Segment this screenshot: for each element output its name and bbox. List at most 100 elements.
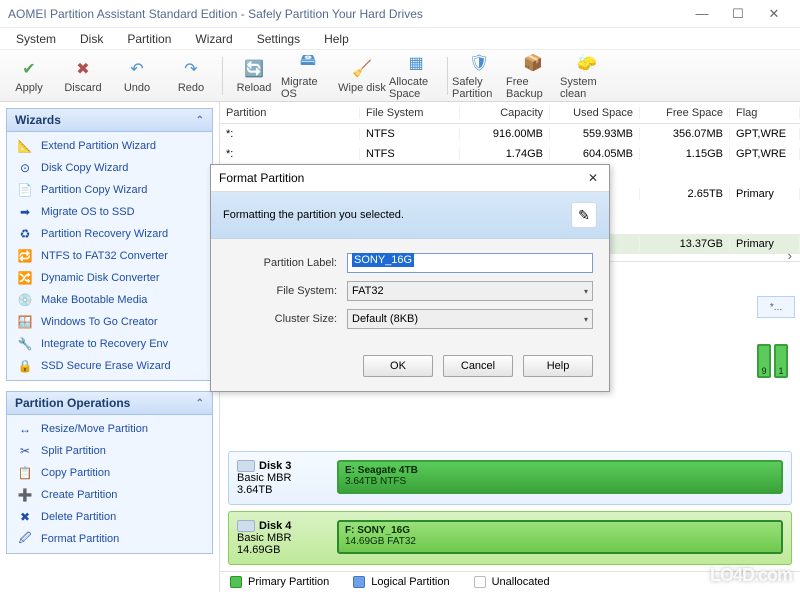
- item-icon: ➡: [17, 204, 33, 220]
- op-resize-move-partition[interactable]: ↔Resize/Move Partition: [7, 418, 212, 440]
- toolbar-migrate-os[interactable]: 🖴Migrate OS: [281, 50, 335, 102]
- item-icon: 📄: [17, 182, 33, 198]
- wizard-partition-recovery-wizard[interactable]: ♻Partition Recovery Wizard: [7, 223, 212, 245]
- menu-disk[interactable]: Disk: [70, 30, 113, 48]
- clustersize-select[interactable]: Default (8KB)▾: [347, 309, 593, 329]
- item-icon: 🔁: [17, 248, 33, 264]
- table-row[interactable]: *:NTFS1.74GB604.05MB1.15GBGPT,WRE: [220, 144, 800, 164]
- toolbar-undo[interactable]: ↶Undo: [110, 56, 164, 96]
- toolbar-reload[interactable]: 🔄Reload: [227, 56, 281, 96]
- item-icon: ↔: [17, 421, 33, 437]
- wizard-integrate-to-recovery-env[interactable]: 🔧Integrate to Recovery Env: [7, 333, 212, 355]
- legend-unallocated: Unallocated: [492, 576, 550, 588]
- titlebar: AOMEI Partition Assistant Standard Editi…: [0, 0, 800, 28]
- dialog-close-button[interactable]: ✕: [585, 171, 601, 185]
- table-row[interactable]: *:NTFS916.00MB559.93MB356.07MBGPT,WRE: [220, 124, 800, 144]
- wizard-ssd-secure-erase-wizard[interactable]: 🔒SSD Secure Erase Wizard: [7, 355, 212, 377]
- apply-icon: ✔: [18, 58, 40, 80]
- cancel-button[interactable]: Cancel: [443, 355, 513, 377]
- scroll-right-icon[interactable]: ›: [788, 248, 792, 263]
- item-icon: 🔧: [17, 336, 33, 352]
- migrate-os-icon: 🖴: [297, 52, 319, 74]
- side-bar[interactable]: 9: [757, 344, 771, 378]
- filesystem-select[interactable]: FAT32▾: [347, 281, 593, 301]
- collapse-icon[interactable]: ⌃: [196, 115, 204, 126]
- item-icon: 📋: [17, 465, 33, 481]
- toolbar-system-clean[interactable]: 🧽System clean: [560, 50, 614, 102]
- partition-bar[interactable]: F: SONY_16G14.69GB FAT32: [337, 520, 783, 554]
- col-flag[interactable]: Flag: [730, 107, 800, 119]
- wizard-make-bootable-media[interactable]: 💿Make Bootable Media: [7, 289, 212, 311]
- col-partition[interactable]: Partition: [220, 107, 360, 119]
- toolbar-discard[interactable]: ✖Discard: [56, 56, 110, 96]
- menu-partition[interactable]: Partition: [117, 30, 181, 48]
- toolbar-redo[interactable]: ↷Redo: [164, 56, 218, 96]
- col-capacity[interactable]: Capacity: [460, 107, 550, 119]
- item-icon: ✖: [17, 509, 33, 525]
- discard-icon: ✖: [72, 58, 94, 80]
- wizard-dynamic-disk-converter[interactable]: 🔀Dynamic Disk Converter: [7, 267, 212, 289]
- toolbar-wipe-disk[interactable]: 🧹Wipe disk: [335, 56, 389, 96]
- ok-button[interactable]: OK: [363, 355, 433, 377]
- menu-settings[interactable]: Settings: [247, 30, 310, 48]
- sidebar: Wizards ⌃ 📐Extend Partition Wizard⊙Disk …: [0, 102, 219, 592]
- toolbar-apply[interactable]: ✔Apply: [2, 56, 56, 96]
- maximize-button[interactable]: ☐: [720, 2, 756, 26]
- op-create-partition[interactable]: ➕Create Partition: [7, 484, 212, 506]
- system-clean-icon: 🧽: [576, 52, 598, 74]
- table-header: Partition File System Capacity Used Spac…: [220, 102, 800, 124]
- op-split-partition[interactable]: ✂Split Partition: [7, 440, 212, 462]
- ops-title: Partition Operations: [15, 396, 130, 410]
- item-icon: ⊙: [17, 160, 33, 176]
- side-bar[interactable]: 1: [774, 344, 788, 378]
- partition-label-input[interactable]: SONY_16G: [347, 253, 593, 273]
- wizard-migrate-os-to-ssd[interactable]: ➡Migrate OS to SSD: [7, 201, 212, 223]
- wizard-disk-copy-wizard[interactable]: ⊙Disk Copy Wizard: [7, 157, 212, 179]
- safely-partition-icon: 🛡: [468, 52, 490, 74]
- allocate-space-icon: ▦: [405, 52, 427, 74]
- swatch-unallocated-icon: [474, 576, 486, 588]
- disk-row-disk-4[interactable]: Disk 4Basic MBR14.69GBF: SONY_16G14.69GB…: [228, 511, 792, 565]
- disk-row-disk-3[interactable]: Disk 3Basic MBR3.64TBE: Seagate 4TB3.64T…: [228, 451, 792, 505]
- wizard-windows-to-go-creator[interactable]: 🪟Windows To Go Creator: [7, 311, 212, 333]
- partition-bar[interactable]: E: Seagate 4TB3.64TB NTFS: [337, 460, 783, 494]
- wizard-partition-copy-wizard[interactable]: 📄Partition Copy Wizard: [7, 179, 212, 201]
- legend-logical: Logical Partition: [371, 576, 449, 588]
- col-usedspace[interactable]: Used Space: [550, 107, 640, 119]
- help-button[interactable]: Help: [523, 355, 593, 377]
- col-freespace[interactable]: Free Space: [640, 107, 730, 119]
- item-icon: 🪟: [17, 314, 33, 330]
- wizard-extend-partition-wizard[interactable]: 📐Extend Partition Wizard: [7, 135, 212, 157]
- op-delete-partition[interactable]: ✖Delete Partition: [7, 506, 212, 528]
- format-icon: ✎: [571, 202, 597, 228]
- minimize-button[interactable]: —: [684, 2, 720, 26]
- chevron-down-icon: ▾: [584, 287, 588, 296]
- dialog-title: Format Partition: [219, 171, 304, 185]
- chevron-down-icon: ▾: [584, 315, 588, 324]
- menu-help[interactable]: Help: [314, 30, 359, 48]
- col-filesystem[interactable]: File System: [360, 107, 460, 119]
- toolbar-safely-partition[interactable]: 🛡Safely Partition: [452, 50, 506, 102]
- item-icon: 🔀: [17, 270, 33, 286]
- op-copy-partition[interactable]: 📋Copy Partition: [7, 462, 212, 484]
- free-backup-icon: 📦: [522, 52, 544, 74]
- item-icon: 💿: [17, 292, 33, 308]
- wizard-ntfs-to-fat32-converter[interactable]: 🔁NTFS to FAT32 Converter: [7, 245, 212, 267]
- item-icon: ➕: [17, 487, 33, 503]
- undo-icon: ↶: [126, 58, 148, 80]
- item-icon: 🔒: [17, 358, 33, 374]
- filesystem-label: File System:: [227, 285, 347, 297]
- item-icon: ✂: [17, 443, 33, 459]
- toolbar-free-backup[interactable]: 📦Free Backup: [506, 50, 560, 102]
- op-format-partition[interactable]: 🖉Format Partition: [7, 528, 212, 550]
- menu-wizard[interactable]: Wizard: [185, 30, 242, 48]
- menu-system[interactable]: System: [6, 30, 66, 48]
- collapse-icon[interactable]: ⌃: [196, 398, 204, 409]
- side-overflow: *... 9 1: [757, 296, 795, 378]
- swatch-primary-icon: [230, 576, 242, 588]
- toolbar-allocate-space[interactable]: ▦Allocate Space: [389, 50, 443, 102]
- close-button[interactable]: ✕: [756, 2, 792, 26]
- item-icon: 📐: [17, 138, 33, 154]
- side-box[interactable]: *...: [757, 296, 795, 318]
- wizards-panel: Wizards ⌃ 📐Extend Partition Wizard⊙Disk …: [6, 108, 213, 381]
